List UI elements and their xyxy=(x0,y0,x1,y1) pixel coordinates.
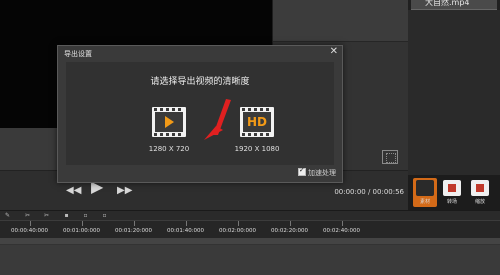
ruler-tick-label: 00:02:20:000 xyxy=(271,228,309,234)
ruler-tick-mark xyxy=(134,221,135,226)
accelerate-checkbox[interactable]: 加速处理 xyxy=(298,166,336,180)
dialog-title: 导出设置 xyxy=(64,50,92,58)
fullscreen-icon[interactable] xyxy=(382,150,398,164)
media-tool-button[interactable]: 素材 xyxy=(413,178,437,207)
transition-tool-button[interactable]: 转场 xyxy=(440,178,464,207)
camera-icon xyxy=(416,180,434,196)
edit-icon[interactable]: ✎ xyxy=(4,213,11,219)
track-header-strip xyxy=(0,238,500,245)
transition-tool-label: 转场 xyxy=(446,199,457,205)
app-window: 大自然.mp4 素材 转场 缩放 ◀◀ ▶ ▶▶ 00:00:00 / 00:0… xyxy=(0,0,500,275)
media-file-item[interactable]: 大自然.mp4 xyxy=(411,0,497,10)
timecode-display: 00:00:00 / 00:00:56 xyxy=(334,188,404,196)
ruler-tick-label: 00:02:00:000 xyxy=(219,228,257,234)
media-tool-label: 素材 xyxy=(419,199,430,205)
ruler-tick-label: 00:01:40:000 xyxy=(167,228,205,234)
fast-forward-icon[interactable]: ▶▶ xyxy=(117,184,132,198)
trim-icon[interactable]: ✂ xyxy=(43,213,50,219)
hd-badge: HD xyxy=(246,115,267,129)
ruler-tick-label: 00:02:40:000 xyxy=(323,228,361,234)
film-play-icon xyxy=(152,107,186,137)
close-icon[interactable]: ✕ xyxy=(330,46,338,57)
film-hd-icon: HD xyxy=(240,107,274,137)
side-tool-bar: 素材 转场 缩放 xyxy=(408,175,500,210)
export-settings-dialog: 导出设置 ✕ 请选择导出视频的清晰度 1280 X 720 HD 1920 X … xyxy=(57,45,343,183)
ruler-tick-mark xyxy=(238,221,239,226)
zoom-tool-button[interactable]: 缩放 xyxy=(468,178,492,207)
ruler-tick-label: 00:01:00:000 xyxy=(63,228,101,234)
dialog-heading: 请选择导出视频的清晰度 xyxy=(150,77,250,87)
zoom-in-timeline-icon[interactable]: ▫ xyxy=(101,213,108,219)
ruler-tick-mark xyxy=(82,221,83,226)
zoom-icon xyxy=(471,180,489,196)
timeline-toolbar: ✎ ✂ ✂ ▪ ▫ ▫ xyxy=(0,210,500,220)
media-list-area xyxy=(408,10,500,175)
delete-icon[interactable]: ▪ xyxy=(63,213,70,219)
timeline-ruler[interactable]: 00:00:40:000 00:01:00:000 00:01:20:000 0… xyxy=(0,220,500,238)
media-side-panel: 大自然.mp4 素材 转场 缩放 xyxy=(408,0,500,210)
resolution-option-720p[interactable]: 1280 X 720 xyxy=(138,107,198,162)
properties-header xyxy=(273,0,408,42)
accelerate-label: 加速处理 xyxy=(308,169,336,177)
media-file-name: 大自然.mp4 xyxy=(425,0,470,7)
split-icon[interactable]: ✂ xyxy=(24,213,31,219)
ruler-tick-mark xyxy=(30,221,31,226)
ruler-tick-mark xyxy=(342,221,343,226)
checkbox-checked-icon[interactable] xyxy=(298,166,306,176)
resolution-label-1080p: 1920 X 1080 xyxy=(234,145,280,153)
zoom-out-timeline-icon[interactable]: ▫ xyxy=(82,213,89,219)
ruler-tick-mark xyxy=(290,221,291,226)
transition-icon xyxy=(443,180,461,196)
dialog-body: 请选择导出视频的清晰度 1280 X 720 HD 1920 X 1080 xyxy=(66,62,334,165)
ruler-tick-mark xyxy=(186,221,187,226)
ruler-tick-label: 00:01:20:000 xyxy=(115,228,153,234)
resolution-label-720p: 1280 X 720 xyxy=(148,145,190,153)
ruler-tick-label: 00:00:40:000 xyxy=(11,228,49,234)
rewind-icon[interactable]: ◀◀ xyxy=(66,184,81,198)
timeline-tracks[interactable] xyxy=(0,238,500,275)
resolution-option-1080p[interactable]: HD 1920 X 1080 xyxy=(226,107,286,162)
zoom-tool-label: 缩放 xyxy=(474,199,485,205)
